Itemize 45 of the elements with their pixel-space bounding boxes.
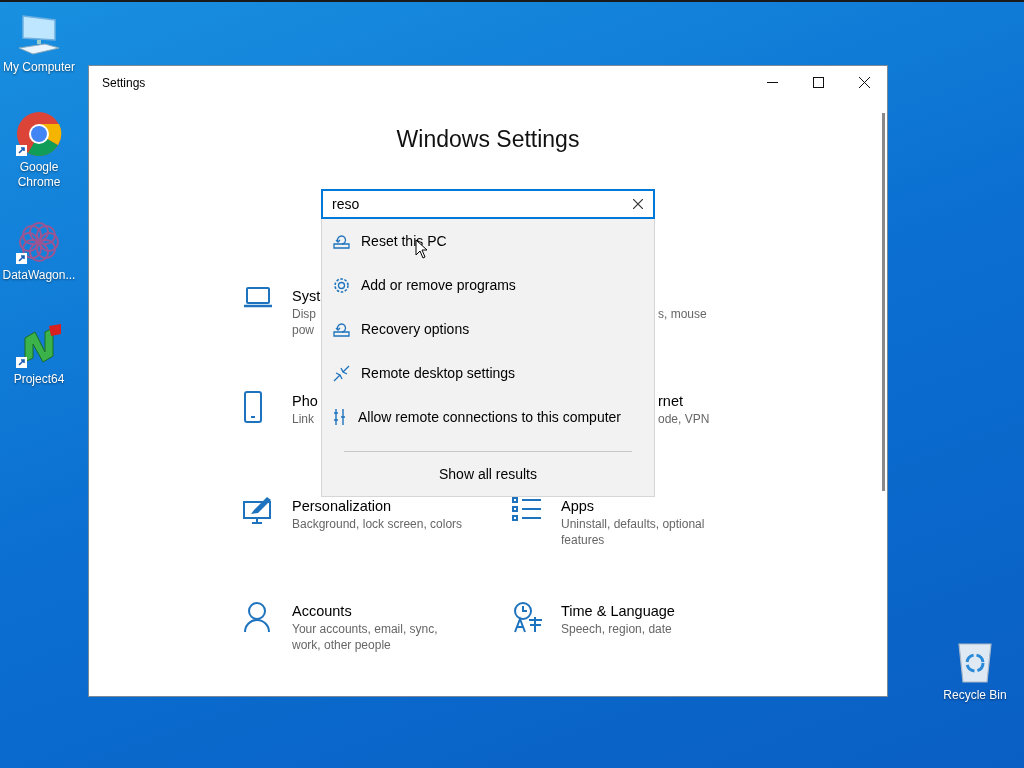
gear-icon <box>333 276 350 294</box>
category-title[interactable]: Syst <box>292 286 321 306</box>
paintbrush-monitor-icon <box>243 496 273 524</box>
desktop-icon-label[interactable]: Project64 <box>13 372 65 387</box>
search-result[interactable]: Recovery options <box>322 307 654 351</box>
category-description: Background, lock screen, colors <box>292 516 463 532</box>
clock-language-icon <box>512 601 544 633</box>
category-description: Speech, region, date <box>561 621 672 637</box>
laptop-icon <box>243 286 273 308</box>
close-icon <box>858 77 870 88</box>
search-field[interactable]: reso <box>321 189 655 219</box>
category-description: pow <box>292 322 314 338</box>
maximize-icon <box>812 77 824 88</box>
category-description: Link <box>292 411 314 427</box>
close-icon <box>633 199 643 209</box>
category-description: ode, VPN <box>658 411 710 427</box>
desktop-icon-label[interactable]: My Computer <box>3 60 75 75</box>
window-title: Settings <box>102 75 146 90</box>
category-title[interactable]: Personalization <box>292 496 392 516</box>
search-result[interactable]: Add or remove programs <box>322 263 654 307</box>
category-title[interactable]: Time & Language <box>561 601 675 621</box>
category-title[interactable]: Pho <box>292 391 318 411</box>
category-title[interactable]: Accounts <box>292 601 352 621</box>
search-result[interactable]: Remote desktop settings <box>322 351 654 395</box>
game-logo-icon[interactable] <box>15 322 63 370</box>
scrollbar[interactable] <box>882 113 885 491</box>
category-description: Disp <box>292 306 316 322</box>
recovery-icon <box>333 321 350 337</box>
person-icon <box>243 601 271 633</box>
connection-icon <box>333 408 347 426</box>
remote-arrows-icon <box>333 364 350 382</box>
search-result[interactable]: Allow remote connections to this computer <box>322 395 654 439</box>
category-title[interactable]: rnet <box>658 391 683 411</box>
desktop-icon-label[interactable]: Recycle Bin <box>943 688 1007 703</box>
page-heading: Windows Settings <box>396 125 580 154</box>
desktop-icon-label[interactable]: DataWagon... <box>2 268 76 283</box>
category-description: Your accounts, email, sync, work, other people <box>292 621 439 653</box>
category-title[interactable]: Apps <box>561 496 595 516</box>
phone-icon <box>243 391 263 423</box>
show-all-results-button[interactable]: Show all results <box>432 464 543 484</box>
desktop-icon-label[interactable]: Google Chrome <box>0 160 78 190</box>
recovery-icon <box>333 233 350 249</box>
category-description: Uninstall, defaults, optional features <box>561 516 706 548</box>
category-description: s, mouse <box>658 306 707 322</box>
browser-icon[interactable] <box>15 110 63 158</box>
